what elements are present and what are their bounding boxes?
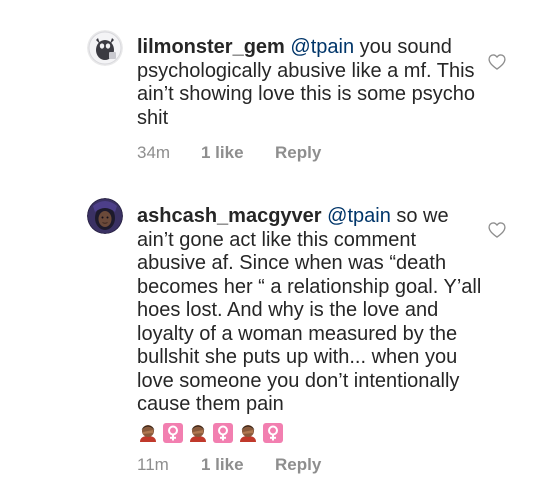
- woman-facepalming-emoji: [187, 422, 209, 444]
- comment-timestamp: 34m: [137, 143, 171, 162]
- reply-button[interactable]: Reply: [275, 455, 321, 475]
- heart-outline-icon[interactable]: [487, 220, 507, 240]
- reply-button[interactable]: Reply: [275, 143, 321, 163]
- mention-link[interactable]: @tpain: [327, 205, 391, 227]
- avatar[interactable]: [87, 198, 123, 234]
- woman-facepalming-emoji: [237, 422, 259, 444]
- female-sign-emoji: [212, 422, 234, 444]
- female-sign-emoji: [162, 422, 184, 444]
- emoji-row: [137, 422, 284, 444]
- comment-text: ashcash_macgyver @tpain so we ain’t gone…: [137, 205, 482, 417]
- comment-meta: 11m 1 like Reply: [137, 455, 321, 475]
- woman-facepalming-emoji: [137, 422, 159, 444]
- like-count[interactable]: 1 like: [201, 455, 275, 475]
- avatar[interactable]: [87, 30, 123, 66]
- comment-timestamp: 11m: [137, 455, 169, 474]
- mention-link[interactable]: @tpain: [290, 36, 354, 58]
- heart-outline-icon[interactable]: [487, 52, 507, 72]
- comment-username[interactable]: lilmonster_gem: [137, 36, 285, 58]
- like-count[interactable]: 1 like: [201, 143, 275, 163]
- comment-text: lilmonster_gem @tpain you sound psycholo…: [137, 36, 482, 130]
- female-sign-emoji: [262, 422, 284, 444]
- comment-meta: 34m 1 like Reply: [137, 143, 321, 163]
- comment-username[interactable]: ashcash_macgyver: [137, 205, 322, 227]
- comment-body: so we ain’t gone act like this comment a…: [137, 205, 482, 415]
